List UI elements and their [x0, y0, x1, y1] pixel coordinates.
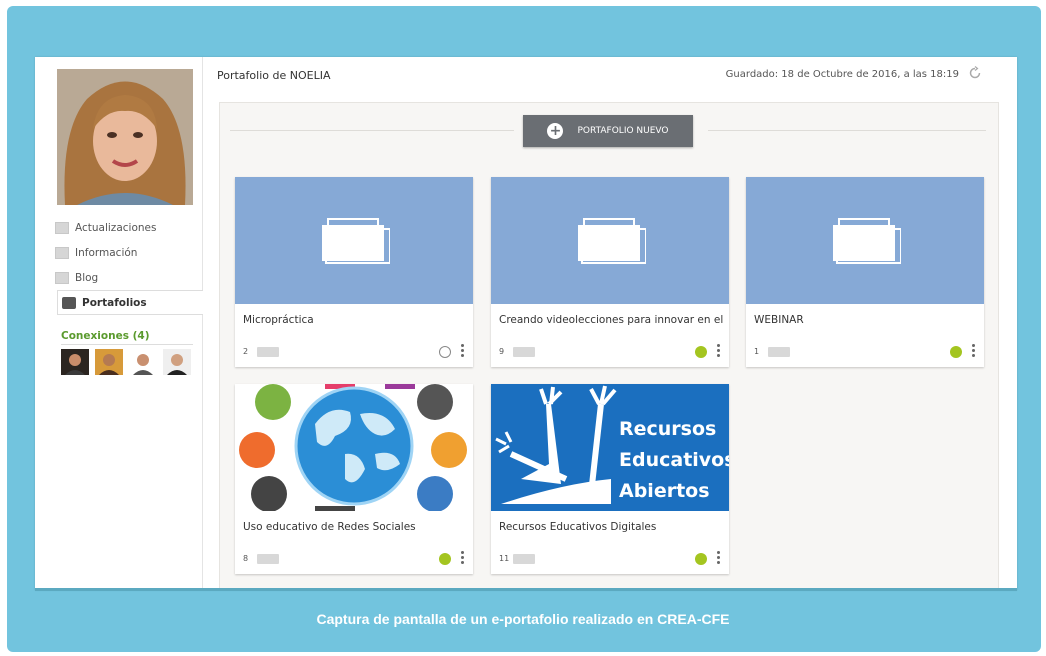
divider	[708, 130, 986, 131]
portfolio-thumbnail	[491, 177, 729, 304]
status-green-icon[interactable]	[695, 553, 707, 565]
oer-text-line: Educativos	[619, 449, 729, 471]
items-icon	[257, 347, 279, 357]
plus-icon: +	[547, 123, 564, 139]
screen-bottom-edge	[35, 588, 1017, 591]
refresh-icon[interactable]	[968, 66, 982, 80]
connection-avatar[interactable]	[61, 349, 89, 375]
folder-stack-icon	[322, 218, 390, 264]
portfolio-card[interactable]: Creando videolecciones para innovar en e…	[491, 177, 729, 367]
portfolio-name: Uso educativo de Redes Sociales	[243, 521, 416, 533]
sidebar-item-information[interactable]: Información	[55, 240, 201, 265]
profile-photo	[57, 69, 193, 205]
sidebar-item-blog[interactable]: Blog	[55, 265, 201, 290]
portfolio-name: Creando videolecciones para innovar en e…	[499, 314, 724, 326]
oer-image: Recursos Educativos Abiertos	[491, 384, 729, 511]
portfolio-card[interactable]: Uso educativo de Redes Sociales 8	[235, 384, 473, 574]
item-count: 8	[243, 554, 249, 563]
portfolio-card[interactable]: Recursos Educativos Abiertos Recursos Ed…	[491, 384, 729, 574]
sidebar-item-updates[interactable]: Actualizaciones	[55, 215, 201, 240]
portfolio-card[interactable]: WEBINAR 1	[746, 177, 984, 367]
status-empty-icon[interactable]	[439, 346, 451, 358]
more-options-icon[interactable]	[972, 344, 975, 359]
connection-avatar[interactable]	[129, 349, 157, 375]
connection-avatar[interactable]	[163, 349, 191, 375]
sidebar-item-label: Información	[75, 246, 138, 259]
oer-text-line: Abiertos	[619, 480, 710, 502]
folder-stack-icon	[578, 218, 646, 264]
status-green-icon[interactable]	[950, 346, 962, 358]
portfolio-icon	[62, 296, 76, 309]
blog-icon	[55, 271, 69, 284]
sidebar-item-label: Actualizaciones	[75, 221, 157, 234]
portfolio-card[interactable]: Micropráctica 2	[235, 177, 473, 367]
items-icon	[257, 554, 279, 564]
status-green-icon[interactable]	[439, 553, 451, 565]
new-portfolio-label: PORTAFOLIO NUEVO	[577, 126, 669, 136]
portfolio-name: Recursos Educativos Digitales	[499, 521, 657, 533]
more-options-icon[interactable]	[461, 344, 464, 359]
status-green-icon[interactable]	[695, 346, 707, 358]
portfolio-name: WEBINAR	[754, 314, 804, 326]
more-options-icon[interactable]	[717, 551, 720, 566]
social-media-image	[235, 384, 473, 511]
connection-avatar[interactable]	[95, 349, 123, 375]
sidebar-item-portfolios[interactable]: Portafolios	[57, 290, 203, 315]
page-title: Portafolio de NOELIA	[217, 69, 331, 82]
item-count: 2	[243, 347, 249, 356]
more-options-icon[interactable]	[461, 551, 464, 566]
updates-icon	[55, 221, 69, 234]
app-screen: Actualizaciones Información Blog Portafo…	[35, 57, 1017, 590]
items-icon	[513, 347, 535, 357]
divider	[61, 344, 193, 345]
connections-title[interactable]: Conexiones (4)	[61, 330, 150, 342]
sidebar-nav: Actualizaciones Información Blog Portafo…	[55, 215, 203, 315]
sidebar: Actualizaciones Información Blog Portafo…	[35, 57, 203, 590]
sidebar-item-label: Blog	[75, 271, 99, 284]
new-portfolio-button[interactable]: + PORTAFOLIO NUEVO	[523, 115, 693, 147]
figure-caption: Captura de pantalla de un e-portafolio r…	[316, 611, 730, 627]
portfolio-name: Micropráctica	[243, 314, 314, 326]
folder-stack-icon	[833, 218, 901, 264]
item-count: 9	[499, 347, 505, 356]
saved-status: Guardado: 18 de Octubre de 2016, a las 1…	[725, 69, 959, 80]
portfolio-thumbnail	[746, 177, 984, 304]
items-icon	[768, 347, 790, 357]
more-options-icon[interactable]	[717, 344, 720, 359]
item-count: 11	[499, 554, 510, 563]
portfolio-panel: + PORTAFOLIO NUEVO Micropráctica 2 Crean…	[219, 102, 999, 590]
connections-list	[61, 349, 191, 375]
info-icon	[55, 246, 69, 259]
portfolio-thumbnail	[235, 177, 473, 304]
item-count: 1	[754, 347, 760, 356]
sidebar-item-label: Portafolios	[82, 296, 147, 309]
divider	[230, 130, 514, 131]
oer-text-line: Recursos	[619, 418, 717, 440]
items-icon	[513, 554, 535, 564]
